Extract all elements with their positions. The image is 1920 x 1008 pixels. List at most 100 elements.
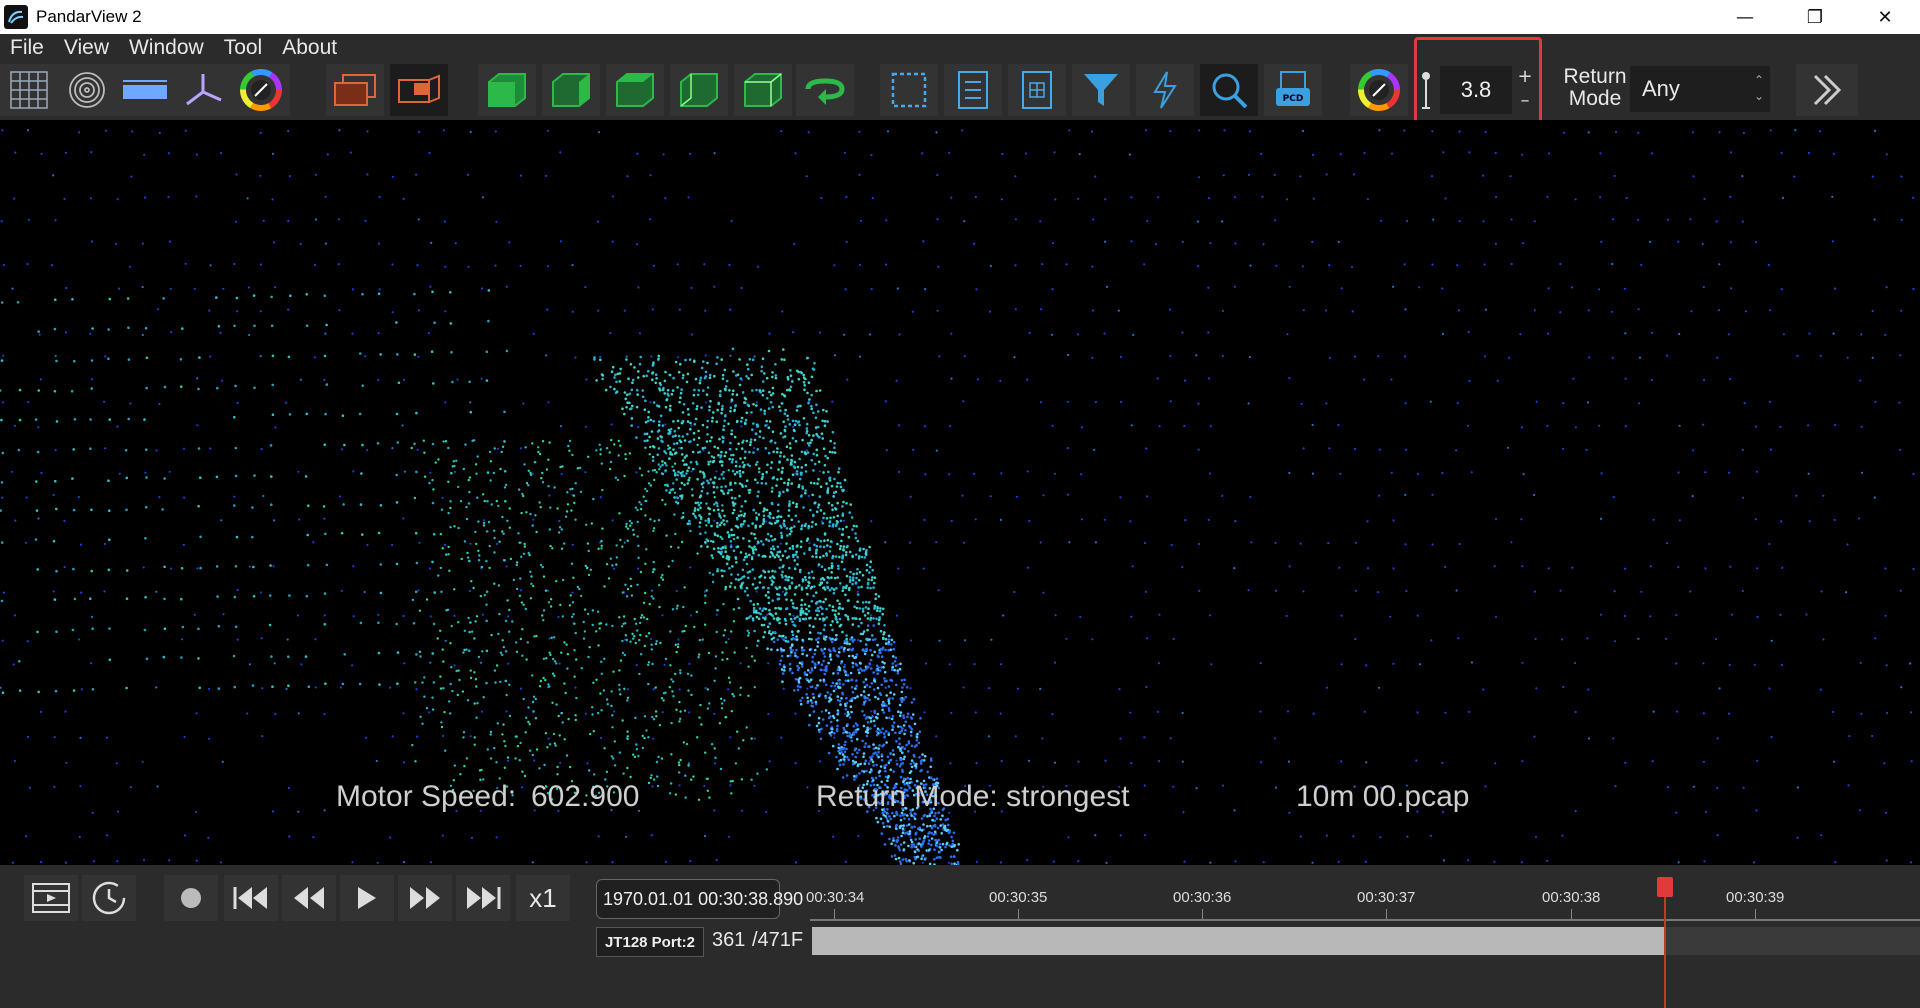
file-name: 10m 00.pcap [1296, 780, 1470, 813]
timeline-label: 00:30:38 [1542, 889, 1601, 906]
motor-speed-label: Motor Speed: [336, 780, 517, 813]
view-2d-button[interactable] [326, 64, 384, 116]
return-mode-label: Return Mode [1563, 65, 1627, 110]
timeline-tick [1202, 909, 1203, 919]
lightning-icon [1153, 71, 1177, 109]
ruler-icon [123, 80, 167, 99]
point-size-spinbox: 3.8 + – [1414, 62, 1542, 120]
cube-front-icon [488, 73, 526, 107]
svg-text:PCD: PCD [1283, 94, 1304, 104]
record-button[interactable] [164, 875, 218, 921]
side-view-button[interactable] [542, 64, 600, 116]
left-view-button[interactable] [670, 64, 728, 116]
color-wheel-2-icon [1358, 69, 1400, 111]
datetime-field[interactable]: 1970.01.01 00:30:38.890 [596, 879, 803, 919]
grid-button[interactable] [0, 64, 58, 116]
timeline-label: 00:30:37 [1357, 889, 1416, 906]
timeline-label: 00:30:35 [989, 889, 1048, 906]
search-button[interactable] [1200, 64, 1258, 116]
up-down-arrows-icon: ⌃ ⌄ [1753, 73, 1765, 103]
minimize-icon: — [1736, 6, 1754, 28]
menu-about[interactable]: About [272, 36, 347, 60]
menu-file[interactable]: File [0, 36, 54, 60]
double-chevron-right-icon [1813, 74, 1842, 106]
select-box-icon [891, 72, 927, 108]
video-mode-button[interactable] [24, 875, 78, 921]
point-size-decrement-button[interactable]: – [1514, 90, 1536, 112]
play-button[interactable] [340, 875, 394, 921]
color-map-button-2[interactable] [1350, 64, 1408, 116]
timeline-tick [1571, 909, 1572, 919]
point-cloud [0, 129, 1915, 865]
polar-grid-icon [69, 72, 105, 108]
pcd-icon: PCD [1276, 71, 1310, 106]
playback-speed[interactable]: x1 [516, 875, 570, 921]
timeline-tick [1018, 909, 1019, 919]
minimize-button[interactable]: — [1710, 0, 1780, 34]
timeline-axis [810, 919, 1920, 921]
clock-button[interactable] [82, 875, 136, 921]
point-cloud-viewport[interactable]: Motor Speed: 602.900 Return Mode: strong… [0, 120, 1920, 865]
cube-iso-icon [744, 73, 782, 107]
return-mode-select[interactable]: Any ⌃ ⌄ [1630, 66, 1770, 112]
restore-icon: ❐ [1806, 6, 1824, 28]
progress-fill [812, 927, 1666, 955]
motor-speed-value: 602.900 [531, 780, 640, 813]
table-button[interactable] [1008, 64, 1066, 116]
fast-forward-button[interactable] [398, 875, 452, 921]
menu-bar: File View Window Tool About [0, 34, 1920, 62]
color-map-button[interactable] [232, 64, 290, 116]
select-box-button[interactable] [880, 64, 938, 116]
pcd-button[interactable]: PCD [1264, 64, 1322, 116]
timeline-label: 00:30:36 [1173, 889, 1232, 906]
cube-left-icon [680, 73, 718, 107]
view-3d-button[interactable] [390, 64, 448, 116]
front-view-button[interactable] [478, 64, 536, 116]
film-icon [32, 883, 70, 913]
port-tag: JT128 Port:2 [596, 927, 704, 957]
more-tools-button[interactable] [1796, 64, 1858, 116]
timeline-label: 00:30:34 [806, 889, 865, 906]
total-frames: /471F [752, 929, 804, 951]
progress-slider[interactable] [812, 927, 1920, 955]
app-title: PandarView 2 [36, 7, 142, 26]
skip-end-icon [467, 887, 501, 909]
title-bar: PandarView 2 — ❐ ✕ [0, 0, 1920, 34]
filter-icon [1084, 74, 1118, 106]
view-3d-icon [398, 74, 440, 103]
close-button[interactable]: ✕ [1850, 0, 1920, 34]
skip-start-icon [233, 887, 267, 909]
axes-button[interactable] [174, 64, 232, 116]
menu-window[interactable]: Window [119, 36, 214, 60]
restore-button[interactable]: ❐ [1780, 0, 1850, 34]
color-wheel-icon [240, 69, 282, 111]
iso-view-button[interactable] [734, 64, 792, 116]
point-size-input[interactable]: 3.8 [1440, 66, 1512, 114]
point-size-increment-button[interactable]: + [1514, 66, 1536, 88]
menu-tool[interactable]: Tool [214, 36, 273, 60]
top-view-button[interactable] [606, 64, 664, 116]
return-mode-value: Any [1642, 76, 1680, 101]
filter-button[interactable] [1072, 64, 1130, 116]
close-icon: ✕ [1877, 6, 1893, 28]
skip-to-start-button[interactable] [224, 875, 278, 921]
axes-icon [186, 74, 222, 106]
ruler-button[interactable] [116, 64, 174, 116]
timeline-label: 00:30:39 [1726, 889, 1785, 906]
search-icon [1212, 73, 1248, 109]
list-button[interactable] [944, 64, 1002, 116]
list-icon [958, 71, 988, 109]
rotate-button[interactable] [796, 64, 854, 116]
menu-view[interactable]: View [54, 36, 119, 60]
cube-top-icon [616, 73, 654, 107]
cube-side-icon [552, 73, 590, 107]
view-2d-icon [334, 74, 376, 106]
timeline-tick [1386, 909, 1387, 919]
rewind-button[interactable] [282, 875, 336, 921]
lightning-button[interactable] [1136, 64, 1194, 116]
playhead-handle[interactable] [1657, 877, 1674, 897]
skip-to-end-button[interactable] [456, 875, 510, 921]
table-icon [1022, 71, 1052, 109]
polar-grid-button[interactable] [58, 64, 116, 116]
current-frame: 361 [712, 929, 746, 951]
